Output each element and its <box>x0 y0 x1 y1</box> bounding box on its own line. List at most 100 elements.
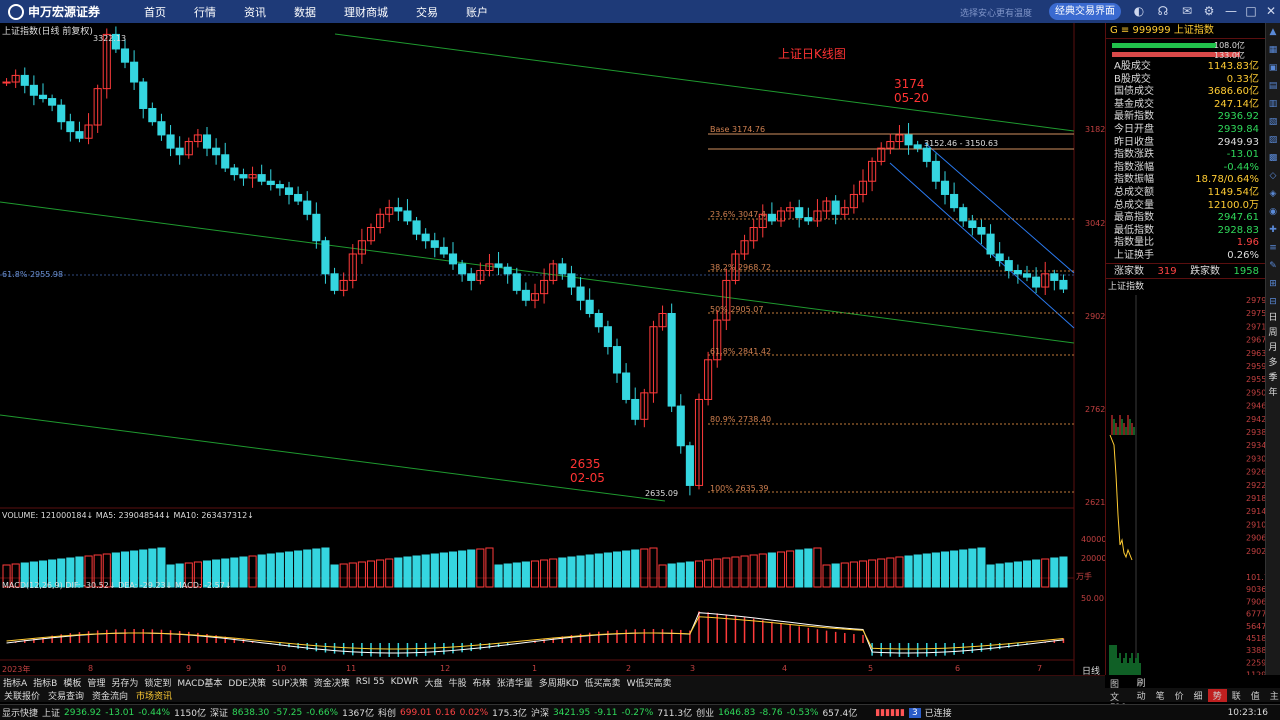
indicator-tab-6[interactable]: MACD基本 <box>174 676 225 689</box>
indicator-tab-11[interactable]: KDWR <box>388 677 422 687</box>
tool-icon[interactable]: ≡ <box>1266 239 1280 257</box>
volume-bar <box>503 563 512 588</box>
period-1[interactable]: 周 <box>1266 326 1280 341</box>
indicator-tab-7[interactable]: DDE决策 <box>225 676 269 689</box>
nav-wealth[interactable]: 理财商城 <box>330 4 402 20</box>
lower-tab-1[interactable]: 交易查询 <box>44 689 88 702</box>
nav-news[interactable]: 资讯 <box>230 4 280 20</box>
period-4[interactable]: 季 <box>1266 371 1280 386</box>
right-tab-4[interactable]: 细 <box>1189 689 1208 702</box>
candle-body <box>603 326 612 348</box>
tool-icon[interactable]: ▨ <box>1266 131 1280 149</box>
lower-tab-3[interactable]: 市场资讯 <box>132 689 176 702</box>
indicator-tab-12[interactable]: 大盘 <box>422 676 446 689</box>
tool-icon[interactable]: ▤ <box>1266 77 1280 95</box>
lower-tab-2[interactable]: 资金流向 <box>88 689 132 702</box>
minimize-icon[interactable]: — <box>1224 4 1238 18</box>
nav-data[interactable]: 数据 <box>280 4 330 20</box>
right-tab-7[interactable]: 值 <box>1246 689 1265 702</box>
indicator-tab-13[interactable]: 牛股 <box>446 676 470 689</box>
indicator-tab-9[interactable]: 资金决策 <box>311 676 353 689</box>
tool-icon[interactable]: ◉ <box>1266 203 1280 221</box>
maximize-icon[interactable]: □ <box>1244 4 1258 18</box>
right-tab-2[interactable]: 笔 <box>1151 689 1170 702</box>
candle-body <box>57 104 66 123</box>
indicator-tab-16[interactable]: 多周期KD <box>536 676 582 689</box>
indicator-tab-17[interactable]: 低买高卖 <box>582 676 624 689</box>
mini-axis-label: 2914 <box>1246 507 1266 516</box>
period-5[interactable]: 年 <box>1266 386 1280 401</box>
tool-icon[interactable]: ▦ <box>1266 41 1280 59</box>
right-tab-8[interactable]: 主 <box>1265 689 1280 702</box>
tool-icon[interactable]: ◇ <box>1266 167 1280 185</box>
tool-icon[interactable]: ▩ <box>1266 149 1280 167</box>
nav-home[interactable]: 首页 <box>130 4 180 20</box>
right-tab-6[interactable]: 联 <box>1227 689 1246 702</box>
tool-icon[interactable]: ⊟ <box>1266 293 1280 311</box>
kline-chart[interactable]: 上证指数(日线 前复权) 上证日K线图 3174 05-20 2635 02-0… <box>0 23 1106 677</box>
candle-body <box>667 312 676 407</box>
candle-body <box>685 445 694 486</box>
nav-trade[interactable]: 交易 <box>402 4 452 20</box>
headset-icon[interactable]: ☊ <box>1156 4 1170 18</box>
status-display[interactable]: 显示快捷 <box>2 706 38 719</box>
period-2[interactable]: 月 <box>1266 341 1280 356</box>
nav-market[interactable]: 行情 <box>180 4 230 20</box>
tool-icon[interactable]: ▣ <box>1266 59 1280 77</box>
indicator-tab-4[interactable]: 另存为 <box>108 676 141 689</box>
tool-icon[interactable]: ▧ <box>1266 113 1280 131</box>
nav-account[interactable]: 账户 <box>452 4 502 20</box>
kline-svg[interactable] <box>0 23 1105 675</box>
indicator-tab-2[interactable]: 模板 <box>60 676 84 689</box>
mini-vol-label: 101.7万 <box>1246 573 1266 582</box>
candle-body <box>904 134 913 146</box>
volume-bar <box>931 552 940 588</box>
indicator-tab-0[interactable]: 指标A <box>0 676 30 689</box>
indicator-tab-15[interactable]: 张清华量 <box>494 676 536 689</box>
tool-icon[interactable]: ◈ <box>1266 185 1280 203</box>
indicator-tab-5[interactable]: 锁定到 <box>141 676 174 689</box>
volume-bar <box>284 551 294 588</box>
volume-bar <box>822 564 831 588</box>
candle-body <box>1050 273 1059 281</box>
quote-row: 国债成交 3686.60亿 <box>1114 86 1259 98</box>
right-tab-3[interactable]: 价 <box>1170 689 1189 702</box>
tool-icon[interactable]: ▥ <box>1266 95 1280 113</box>
lower-tabs: 关联报价 交易查询 资金流向 市场资讯 <box>0 688 1105 702</box>
mini-chart[interactable]: 2979 2975 2971 2967 2963 2959 2955 2950 2946 2942… <box>1106 295 1266 675</box>
indicator-tab-10[interactable]: RSI 55 <box>353 677 388 687</box>
candle-body <box>558 263 567 275</box>
lower-tab-0[interactable]: 关联报价 <box>0 689 44 702</box>
volume-bar <box>339 563 348 588</box>
low-label: 2635 <box>570 457 601 471</box>
mini-price-line <box>1109 434 1133 561</box>
tool-icon[interactable]: ⊞ <box>1266 275 1280 293</box>
mail-icon[interactable]: ✉ <box>1180 4 1194 18</box>
volume-bar <box>357 561 366 588</box>
indicator-tab-1[interactable]: 指标B <box>30 676 60 689</box>
tool-icon[interactable]: ✎ <box>1266 257 1280 275</box>
indicator-tab-3[interactable]: 管理 <box>84 676 108 689</box>
gear-icon[interactable]: ⚙ <box>1202 4 1216 18</box>
indicator-tab-14[interactable]: 布林 <box>470 676 494 689</box>
right-tab-5[interactable]: 势 <box>1207 688 1227 702</box>
theme-icon[interactable]: ◐ <box>1132 4 1146 18</box>
candle-body <box>394 207 403 212</box>
candle-body <box>521 289 530 301</box>
indicator-tab-18[interactable]: W低买高卖 <box>624 676 675 689</box>
tool-icon[interactable]: ✚ <box>1266 221 1280 239</box>
candle-body <box>257 174 266 182</box>
mini-axis-label: 2979 <box>1246 296 1266 305</box>
mini-vol-label: 790695 <box>1246 597 1266 606</box>
period-0[interactable]: 日 <box>1266 311 1280 326</box>
month-label: 9 <box>186 664 192 673</box>
close-icon[interactable]: ✕ <box>1264 4 1278 18</box>
classic-trade-button[interactable]: 经典交易界面 <box>1049 3 1121 20</box>
tool-icon[interactable]: ▲ <box>1266 23 1280 41</box>
volume-bar <box>330 564 339 588</box>
candle-body <box>512 273 521 291</box>
candle-body <box>38 94 48 100</box>
connection-status: 已连接 <box>924 709 952 719</box>
period-3[interactable]: 多 <box>1266 356 1280 371</box>
indicator-tab-8[interactable]: SUP决策 <box>269 676 311 689</box>
